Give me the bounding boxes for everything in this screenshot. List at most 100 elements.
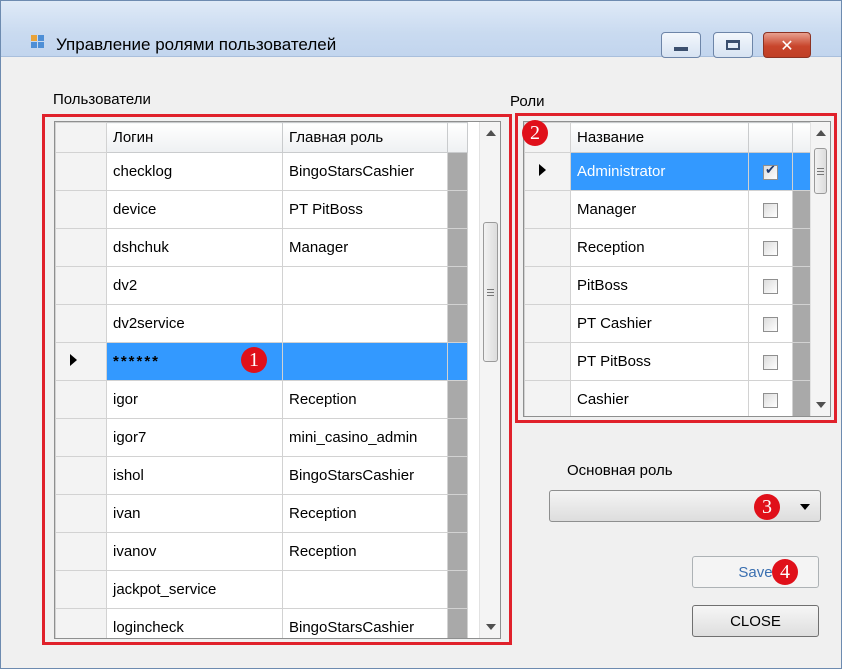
- cell-main-role[interactable]: [282, 304, 448, 343]
- table-row[interactable]: ivanov Reception: [55, 532, 468, 571]
- cell-main-role[interactable]: PT PitBoss: [282, 190, 448, 229]
- table-row[interactable]: PitBoss: [524, 266, 811, 305]
- scroll-down-button[interactable]: [480, 616, 500, 638]
- column-header-checked[interactable]: [748, 122, 793, 153]
- roles-scroll-down-button[interactable]: [811, 394, 830, 416]
- title-bar[interactable]: Управление ролями пользователей ✕: [1, 1, 841, 58]
- minimize-button[interactable]: [661, 32, 701, 58]
- cell-login[interactable]: dv2: [106, 266, 283, 305]
- table-row[interactable]: device PT PitBoss: [55, 190, 468, 229]
- table-row[interactable]: jackpot_service: [55, 570, 468, 609]
- row-header[interactable]: [55, 570, 107, 609]
- cell-role-name[interactable]: Manager: [570, 190, 749, 229]
- table-row[interactable]: Manager: [524, 190, 811, 229]
- row-header[interactable]: [55, 494, 107, 533]
- table-row[interactable]: logincheck BingoStarsCashier: [55, 608, 468, 638]
- cell-login[interactable]: ivanov: [106, 532, 283, 571]
- table-row[interactable]: igor7 mini_casino_admin: [55, 418, 468, 457]
- roles-grid[interactable]: Название AdministratorManagerReceptionPi…: [523, 121, 831, 417]
- cell-main-role[interactable]: BingoStarsCashier: [282, 152, 448, 191]
- role-checkbox[interactable]: [763, 202, 778, 218]
- cell-main-role[interactable]: [282, 342, 448, 381]
- role-checkbox[interactable]: [763, 392, 778, 408]
- cell-main-role[interactable]: Reception: [282, 494, 448, 533]
- cell-main-role[interactable]: Manager: [282, 228, 448, 267]
- row-header[interactable]: [524, 152, 571, 191]
- table-row[interactable]: ishol BingoStarsCashier: [55, 456, 468, 495]
- cell-login[interactable]: jackpot_service: [106, 570, 283, 609]
- cell-role-checkbox[interactable]: [748, 380, 793, 416]
- row-header[interactable]: [55, 532, 107, 571]
- roles-scrollbar[interactable]: [810, 122, 830, 416]
- close-window-button[interactable]: ✕: [763, 32, 811, 58]
- cell-login[interactable]: logincheck: [106, 608, 283, 638]
- main-role-select[interactable]: [549, 490, 821, 522]
- row-header[interactable]: [55, 228, 107, 267]
- cell-login[interactable]: device: [106, 190, 283, 229]
- role-checkbox[interactable]: [763, 240, 778, 256]
- role-checkbox[interactable]: [763, 278, 778, 294]
- row-header[interactable]: [55, 456, 107, 495]
- cell-main-role[interactable]: Reception: [282, 532, 448, 571]
- row-header[interactable]: [524, 266, 571, 305]
- cell-main-role[interactable]: [282, 570, 448, 609]
- cell-login[interactable]: checklog: [106, 152, 283, 191]
- roles-scroll-up-button[interactable]: [811, 122, 830, 144]
- table-row[interactable]: igor Reception: [55, 380, 468, 419]
- cell-login[interactable]: ishol: [106, 456, 283, 495]
- cell-role-name[interactable]: PT Cashier: [570, 304, 749, 343]
- scroll-thumb[interactable]: [483, 222, 498, 362]
- row-header[interactable]: [55, 304, 107, 343]
- column-header-role-name[interactable]: Название: [570, 122, 749, 153]
- cell-login[interactable]: igor7: [106, 418, 283, 457]
- cell-login[interactable]: dv2service: [106, 304, 283, 343]
- row-header[interactable]: [524, 342, 571, 381]
- save-button[interactable]: Save: [692, 556, 819, 588]
- row-header[interactable]: [55, 608, 107, 638]
- row-header[interactable]: [55, 418, 107, 457]
- table-row[interactable]: Administrator: [524, 152, 811, 191]
- cell-role-name[interactable]: Administrator: [570, 152, 749, 191]
- cell-main-role[interactable]: BingoStarsCashier: [282, 456, 448, 495]
- cell-role-checkbox[interactable]: [748, 190, 793, 229]
- cell-main-role[interactable]: Reception: [282, 380, 448, 419]
- cell-login[interactable]: igor: [106, 380, 283, 419]
- cell-login[interactable]: dshchuk: [106, 228, 283, 267]
- cell-role-name[interactable]: PT PitBoss: [570, 342, 749, 381]
- row-header[interactable]: [524, 304, 571, 343]
- table-row[interactable]: PT PitBoss: [524, 342, 811, 381]
- table-row[interactable]: ivan Reception: [55, 494, 468, 533]
- roles-scroll-thumb[interactable]: [814, 148, 827, 194]
- row-header[interactable]: [55, 380, 107, 419]
- users-grid[interactable]: Логин Главная роль checklog BingoStarsCas…: [54, 121, 501, 639]
- table-row[interactable]: dshchuk Manager: [55, 228, 468, 267]
- role-checkbox[interactable]: [763, 316, 778, 332]
- cell-role-name[interactable]: PitBoss: [570, 266, 749, 305]
- column-header-login[interactable]: Логин: [106, 122, 283, 153]
- scroll-up-button[interactable]: [480, 122, 500, 144]
- cell-main-role[interactable]: mini_casino_admin: [282, 418, 448, 457]
- table-row[interactable]: PT Cashier: [524, 304, 811, 343]
- row-header[interactable]: [524, 380, 571, 416]
- row-header[interactable]: [55, 152, 107, 191]
- table-row[interactable]: Cashier: [524, 380, 811, 416]
- table-row[interactable]: dv2: [55, 266, 468, 305]
- cell-role-checkbox[interactable]: [748, 266, 793, 305]
- row-header[interactable]: [55, 342, 107, 381]
- cell-role-checkbox[interactable]: [748, 228, 793, 267]
- row-header[interactable]: [55, 190, 107, 229]
- cell-main-role[interactable]: [282, 266, 448, 305]
- close-button[interactable]: CLOSE: [692, 605, 819, 637]
- column-header-main-role[interactable]: Главная роль: [282, 122, 448, 153]
- table-row[interactable]: Reception: [524, 228, 811, 267]
- cell-role-name[interactable]: Cashier: [570, 380, 749, 416]
- cell-main-role[interactable]: BingoStarsCashier: [282, 608, 448, 638]
- role-checkbox[interactable]: [763, 163, 778, 180]
- row-header[interactable]: [524, 190, 571, 229]
- row-header[interactable]: [55, 266, 107, 305]
- cell-role-checkbox[interactable]: [748, 152, 793, 191]
- row-header[interactable]: [524, 228, 571, 267]
- cell-role-name[interactable]: Reception: [570, 228, 749, 267]
- cell-role-checkbox[interactable]: [748, 304, 793, 343]
- cell-role-checkbox[interactable]: [748, 342, 793, 381]
